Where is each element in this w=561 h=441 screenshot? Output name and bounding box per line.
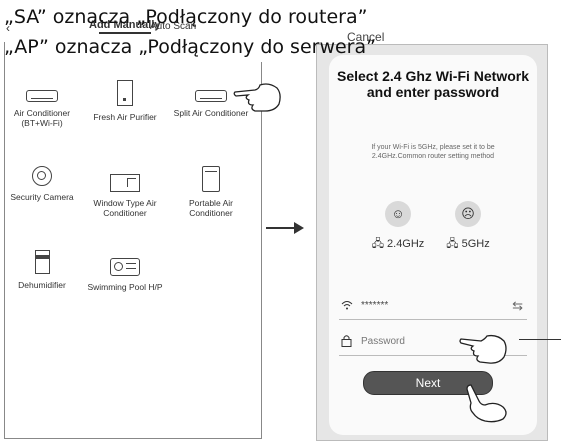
device-label: Dehumidifier [18, 280, 66, 290]
password-input: Password [361, 336, 405, 347]
callout-line [519, 339, 561, 340]
wifi-select-screen: Select 2.4 Ghz Wi-Fi Network and enter p… [316, 44, 548, 441]
flow-arrow-head [294, 222, 304, 234]
wifi-ssid-field[interactable]: ******* ⇆ [339, 295, 527, 320]
device-list-screen: Air Conditioner (BT+Wi-Fi) Fresh Air Pur… [4, 42, 281, 439]
dehumidifier-icon [34, 250, 50, 274]
ssid-value: ******* [361, 300, 389, 311]
air-conditioner-icon [26, 90, 58, 102]
device-label: Portable Air Conditioner [189, 198, 233, 218]
device-fresh-air-purifier[interactable]: Fresh Air Purifier [82, 80, 168, 122]
wifi-hint: If your Wi-Fi is 5GHz, please set it to … [371, 144, 495, 160]
security-camera-icon [32, 166, 52, 186]
band-label: 🖧 2.4GHz [371, 238, 425, 250]
pointing-hand-icon [466, 384, 507, 423]
device-dehumidifier[interactable]: Dehumidifier [0, 250, 85, 290]
device-label: Swimming Pool H/P [87, 282, 163, 292]
band-2-4ghz[interactable]: ☺ 🖧 2.4GHz [363, 201, 433, 254]
device-window-type-ac[interactable]: Window Type Air Conditioner [82, 166, 168, 218]
device-label: Window Type Air Conditioner [93, 198, 157, 218]
caption-ap: „AP” oznacza „Podłączony do serwera” [4, 36, 376, 58]
band-5ghz[interactable]: ☹ 🖧 5GHz [433, 201, 503, 254]
device-air-conditioner-bt-wifi[interactable]: Air Conditioner (BT+Wi-Fi) [0, 80, 85, 128]
portable-ac-icon [202, 166, 220, 192]
device-portable-ac[interactable]: Portable Air Conditioner [168, 166, 254, 218]
band-label: 🖧 5GHz [446, 238, 490, 250]
switch-network-icon[interactable]: ⇆ [512, 298, 523, 314]
window-ac-icon [110, 174, 140, 192]
smile-face-icon: ☺ [385, 201, 411, 227]
device-swimming-pool-hp[interactable]: Swimming Pool H/P [82, 250, 168, 292]
pool-heat-pump-icon [110, 258, 140, 276]
router-icon: 🖧 [371, 238, 388, 250]
split-air-conditioner-icon [195, 90, 227, 102]
caption-sa: „SA” oznacza „Podłączony do routera” [4, 6, 368, 28]
pointing-hand-icon [233, 83, 281, 112]
device-label: Air Conditioner (BT+Wi-Fi) [13, 108, 71, 128]
air-purifier-icon [117, 80, 133, 106]
wifi-card: Select 2.4 Ghz Wi-Fi Network and enter p… [329, 55, 537, 435]
wifi-icon [341, 299, 353, 313]
device-label: Fresh Air Purifier [93, 112, 157, 122]
sad-face-icon: ☹ [455, 201, 481, 227]
device-label: Security Camera [10, 192, 74, 202]
flow-arrow [266, 227, 296, 229]
page-title: Select 2.4 Ghz Wi-Fi Network and enter p… [336, 68, 530, 100]
pointing-hand-icon [459, 334, 507, 364]
router-icon: 🖧 [446, 238, 462, 250]
lock-icon [341, 334, 352, 350]
device-security-camera[interactable]: Security Camera [0, 166, 85, 202]
